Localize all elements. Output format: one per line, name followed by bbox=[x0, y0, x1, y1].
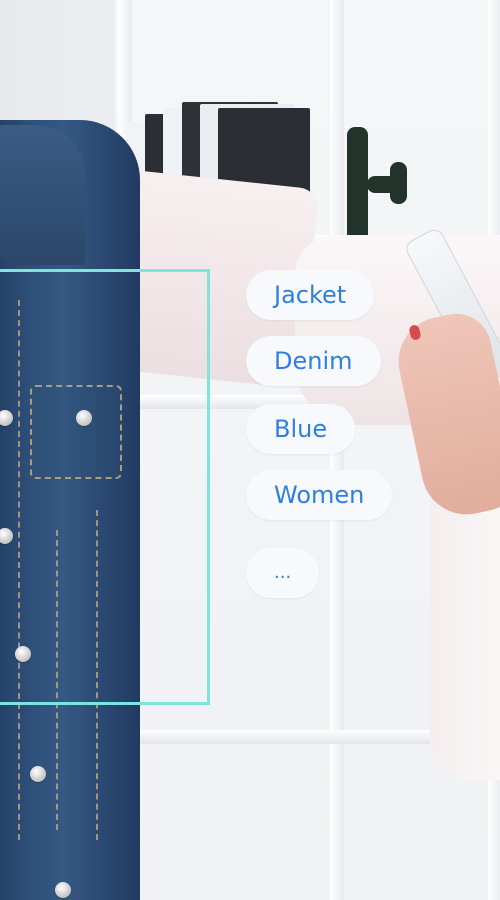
tag-chip-more[interactable]: ... bbox=[246, 548, 320, 598]
tag-chip-label: Women bbox=[274, 481, 365, 509]
detected-item-box bbox=[0, 269, 210, 705]
tag-chip-label: Denim bbox=[274, 347, 353, 375]
cactus-arm-right-up bbox=[390, 162, 407, 204]
jacket-button-6 bbox=[55, 882, 71, 898]
tag-chip-denim[interactable]: Denim bbox=[246, 336, 381, 386]
cactus-plant bbox=[347, 127, 368, 245]
tag-chip-jacket[interactable]: Jacket bbox=[246, 270, 375, 320]
tag-chip-blue[interactable]: Blue bbox=[246, 404, 356, 454]
tag-chip-label: Jacket bbox=[274, 281, 347, 309]
tag-chip-label: Blue bbox=[274, 415, 328, 443]
tag-chip-women[interactable]: Women bbox=[246, 470, 393, 520]
jacket-collar bbox=[0, 125, 85, 265]
jacket-button-5 bbox=[30, 766, 46, 782]
tag-chip-label: ... bbox=[274, 562, 292, 583]
